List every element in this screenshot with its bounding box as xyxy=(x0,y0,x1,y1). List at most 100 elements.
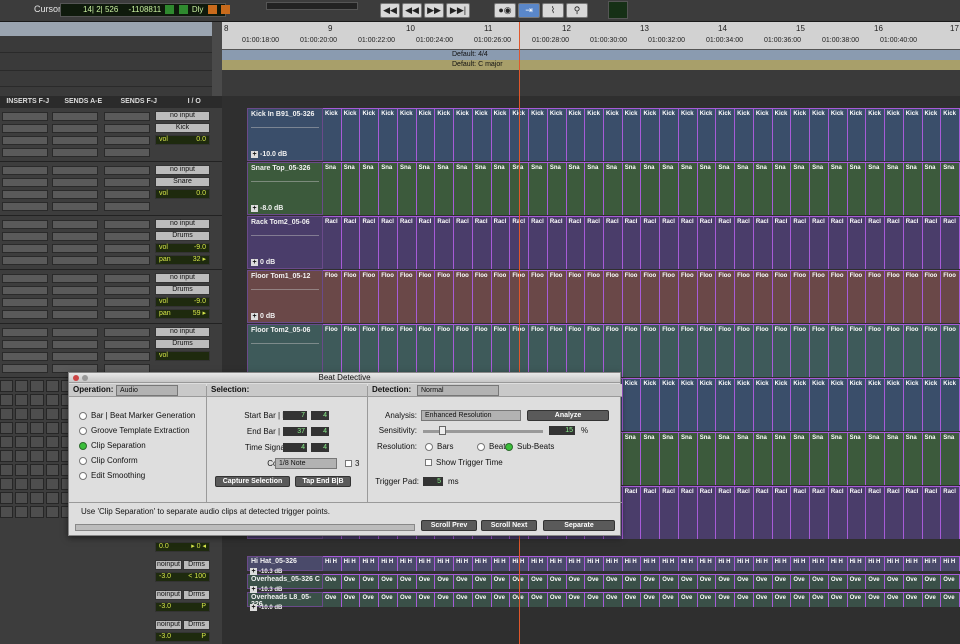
audio-clip[interactable]: Racl xyxy=(379,216,398,269)
audio-clip[interactable]: Racl xyxy=(585,216,605,269)
audio-clip[interactable]: Racl xyxy=(922,216,942,269)
send-slot[interactable] xyxy=(104,232,150,241)
audio-clip[interactable]: Sna xyxy=(922,162,942,215)
audio-clip[interactable]: Racl xyxy=(716,216,736,269)
operation-radio[interactable] xyxy=(79,471,87,480)
send-slot[interactable] xyxy=(52,178,98,187)
audio-clip[interactable]: Floo xyxy=(379,270,398,323)
slot[interactable] xyxy=(15,478,29,490)
resolution-option[interactable]: Bars xyxy=(425,442,453,451)
output-selector[interactable]: Snare xyxy=(155,177,210,187)
capture-selection-button[interactable]: Capture Selection xyxy=(215,476,290,487)
slot[interactable] xyxy=(0,478,14,490)
volume-readout[interactable]: vol 0.0 xyxy=(155,135,210,145)
audio-clip[interactable]: Hi H xyxy=(735,556,754,571)
audio-clip[interactable]: Sna xyxy=(641,162,661,215)
audio-clip[interactable]: Floo xyxy=(678,270,698,323)
audio-clip[interactable]: Floo xyxy=(491,324,511,377)
separate-button[interactable]: Separate xyxy=(543,520,615,531)
audio-clip[interactable]: Hi H xyxy=(885,556,904,571)
insert-slot[interactable] xyxy=(2,166,48,175)
audio-clip[interactable]: Racl xyxy=(529,216,548,269)
audio-track[interactable]: Floor Tom2_05-06 Floo Floo Floo Floo Floo Floo… xyxy=(247,324,960,378)
audio-clip[interactable]: Racl xyxy=(828,216,848,269)
insert-slot[interactable] xyxy=(2,364,48,373)
audio-clip[interactable]: Kick xyxy=(660,108,679,161)
audio-clip[interactable]: Sna xyxy=(903,162,923,215)
minimize-icon[interactable] xyxy=(82,375,88,381)
insert-slot[interactable] xyxy=(2,244,48,253)
audio-clip[interactable]: Kick xyxy=(903,108,923,161)
audio-clip[interactable]: Sna xyxy=(885,162,904,215)
audio-clip[interactable]: Sna xyxy=(678,162,698,215)
audio-clip[interactable]: Ove xyxy=(641,592,661,607)
operation-select[interactable]: Audio xyxy=(116,385,178,396)
insert-slot[interactable] xyxy=(2,190,48,199)
audio-clip[interactable]: Ove xyxy=(678,592,698,607)
audio-clip[interactable]: Sna xyxy=(585,162,605,215)
input-selector[interactable]: no input xyxy=(155,219,210,229)
send-slot[interactable] xyxy=(104,136,150,145)
volume-readout[interactable]: -3.0 P xyxy=(155,602,210,612)
slot[interactable] xyxy=(0,436,14,448)
insert-slot[interactable] xyxy=(2,124,48,133)
audio-clip[interactable]: Racl xyxy=(735,486,754,539)
audio-clip[interactable]: Sna xyxy=(753,162,773,215)
timesig-den-field[interactable]: 4 xyxy=(311,443,329,452)
audio-clip[interactable]: Sna xyxy=(716,162,736,215)
audio-clip[interactable]: Ove xyxy=(360,592,380,607)
clip-header[interactable]: Floor Tom2_05-06 xyxy=(247,324,323,377)
audio-clip[interactable]: Floo xyxy=(735,324,754,377)
send-slot[interactable] xyxy=(104,178,150,187)
audio-clip[interactable]: Kick xyxy=(772,378,792,431)
send-slot[interactable] xyxy=(104,274,150,283)
forward-button[interactable]: ▶▶ xyxy=(424,3,444,18)
audio-clip[interactable]: Kick xyxy=(622,108,642,161)
tap-end-button[interactable]: Tap End B|B xyxy=(295,476,351,487)
audio-track[interactable]: Overheads L8_05-326+-10.0 dBOveOveOveOve… xyxy=(247,592,960,608)
audio-clip[interactable]: Ove xyxy=(585,574,605,589)
audio-clip[interactable]: Floo xyxy=(416,324,436,377)
audio-clip[interactable]: Floo xyxy=(379,324,398,377)
audio-clip[interactable]: Kick xyxy=(828,108,848,161)
audio-clip[interactable]: Racl xyxy=(697,486,717,539)
send-slot[interactable] xyxy=(104,190,150,199)
audio-clip[interactable]: Sna xyxy=(772,162,792,215)
audio-clip[interactable]: Floo xyxy=(922,270,942,323)
audio-clip[interactable]: Racl xyxy=(753,216,773,269)
audio-clip[interactable]: Kick xyxy=(379,108,398,161)
audio-clip[interactable]: Kick xyxy=(435,108,455,161)
audio-clip[interactable]: Kick xyxy=(678,108,698,161)
send-slot[interactable] xyxy=(52,148,98,157)
send-slot[interactable] xyxy=(52,190,98,199)
audio-clip[interactable]: Racl xyxy=(810,486,829,539)
operation-option[interactable]: Clip Separation xyxy=(79,441,146,450)
audio-clip[interactable]: Ove xyxy=(566,592,586,607)
audio-clip[interactable]: Ove xyxy=(660,574,679,589)
resolution-radio[interactable] xyxy=(505,442,513,451)
audio-clip[interactable]: Ove xyxy=(828,574,848,589)
audio-clip[interactable]: Kick xyxy=(941,108,960,161)
audio-track[interactable]: Snare Top_05-326+-8.0 dBSnaSnaSnaSnaSnaS… xyxy=(247,162,960,216)
operation-option[interactable]: Groove Template Extraction xyxy=(79,426,190,435)
audio-clip[interactable]: Floo xyxy=(472,270,492,323)
dialog-title-bar[interactable]: Beat Detective xyxy=(69,373,620,383)
audio-clip[interactable]: Sna xyxy=(660,162,679,215)
send-slot[interactable] xyxy=(104,352,150,361)
slot[interactable] xyxy=(15,436,29,448)
audio-clip[interactable]: Floo xyxy=(828,270,848,323)
audio-clip[interactable]: Sna xyxy=(847,162,867,215)
audio-clip[interactable]: Kick xyxy=(810,108,829,161)
audio-clip[interactable]: Ove xyxy=(847,574,867,589)
audio-clip[interactable]: Kick xyxy=(735,378,754,431)
clip-gain-plus-icon[interactable]: + xyxy=(250,604,257,611)
audio-clip[interactable]: Sna xyxy=(566,162,586,215)
volume-readout[interactable]: 0.0 ▸ 0 ◂ xyxy=(155,542,210,552)
audio-clip[interactable]: Hi H xyxy=(941,556,960,571)
audio-clip[interactable]: Hi H xyxy=(641,556,661,571)
analyze-button[interactable]: Analyze xyxy=(527,410,609,421)
audio-clip[interactable]: Hi H xyxy=(547,556,567,571)
timesig-num-field[interactable]: 4 xyxy=(283,443,307,452)
slot[interactable] xyxy=(0,408,14,420)
audio-clip[interactable]: Ove xyxy=(604,592,623,607)
